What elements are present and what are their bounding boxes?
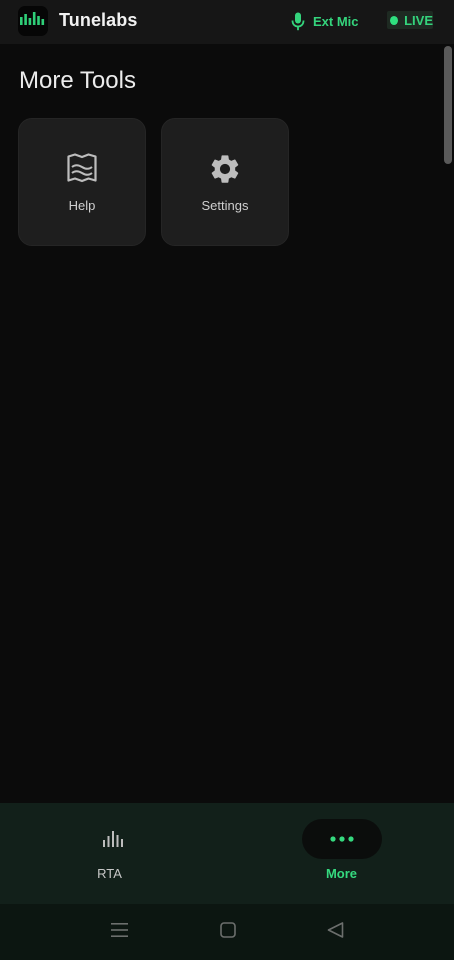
- tool-tile-help[interactable]: Help: [18, 118, 146, 246]
- book-map-icon: [67, 153, 97, 183]
- microphone-icon: [291, 12, 305, 30]
- tool-tile-label: Settings: [201, 198, 249, 213]
- top-app-bar: Tunelabs Ext Mic LIVE: [0, 0, 454, 44]
- gear-icon: [211, 155, 239, 183]
- nav-active-indicator: [301, 819, 382, 859]
- app-screen: Tunelabs Ext Mic LIVE More Tools Help Se…: [0, 0, 454, 960]
- back-triangle-icon[interactable]: [327, 922, 344, 938]
- live-status-badge: LIVE: [387, 11, 433, 29]
- menu-lines-icon[interactable]: [111, 922, 128, 938]
- more-dots-icon: [329, 836, 354, 842]
- bar-chart-icon: [102, 831, 123, 847]
- app-title: Tunelabs: [59, 10, 138, 30]
- input-source-button[interactable]: Ext Mic: [291, 11, 359, 31]
- tool-tile-label: Help: [68, 198, 96, 213]
- live-label: LIVE: [404, 12, 433, 28]
- home-square-icon[interactable]: [220, 922, 236, 938]
- nav-label-rta: RTA: [97, 866, 122, 881]
- bottom-navigation: RTA More: [0, 803, 454, 904]
- scrollbar-thumb[interactable]: [444, 46, 452, 164]
- page-title: More Tools: [19, 67, 136, 94]
- nav-label-more: More: [325, 866, 358, 881]
- input-source-label: Ext Mic: [313, 13, 359, 29]
- tool-tile-settings[interactable]: Settings: [161, 118, 289, 246]
- nav-item-more[interactable]: More: [227, 803, 454, 904]
- live-dot-icon: [390, 15, 399, 25]
- nav-item-rta[interactable]: RTA: [0, 803, 227, 904]
- equalizer-bars-icon: [18, 6, 48, 36]
- system-navigation-bar: [0, 904, 454, 960]
